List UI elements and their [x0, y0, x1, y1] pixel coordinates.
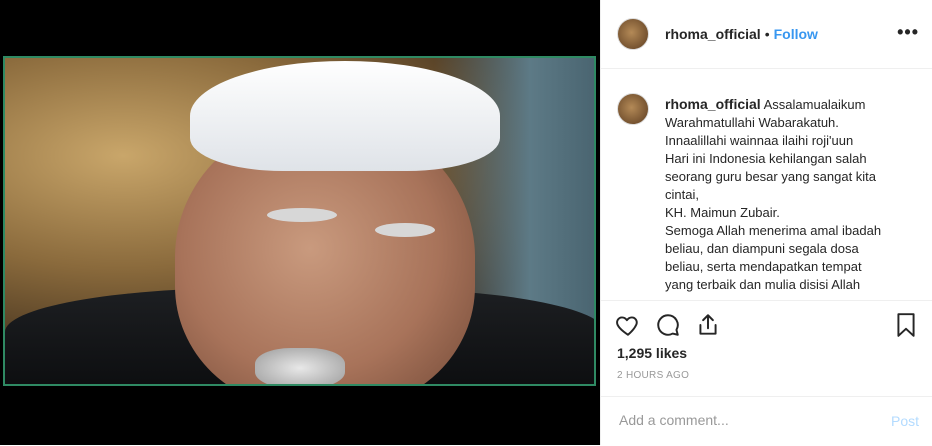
post-actions — [601, 300, 932, 346]
photo-brow-left — [267, 208, 337, 222]
post-side-panel: rhoma_official • Follow ••• rhoma_offici… — [600, 0, 932, 445]
post-media — [0, 0, 600, 445]
caption-line: Hari ini Indonesia kehilangan salah — [665, 151, 867, 166]
comment-input[interactable] — [617, 411, 861, 429]
caption-line: Warahmatullahi Wabarakatuh. — [665, 115, 839, 130]
comment-icon[interactable] — [655, 312, 681, 338]
post-header: rhoma_official • Follow ••• — [601, 0, 932, 69]
caption-username[interactable]: rhoma_official — [665, 96, 761, 112]
follow-button[interactable]: Follow — [774, 26, 818, 42]
photo-beard — [255, 348, 345, 384]
post-photo[interactable] — [3, 56, 596, 386]
caption-line: seorang guru besar yang sangat kita — [665, 169, 877, 184]
share-icon[interactable] — [695, 312, 721, 338]
caption-avatar[interactable] — [617, 93, 649, 125]
caption-line: Semoga Allah menerima amal ibadah — [665, 223, 882, 238]
caption-line: rhoma_official Assalamualaikum — [665, 95, 917, 114]
heart-icon[interactable] — [615, 312, 641, 338]
post-caption: rhoma_official Assalamualaikum Warahmatu… — [601, 69, 932, 299]
caption-line: beliau, serta mendapatkan tempat — [665, 259, 862, 274]
post-timestamp[interactable]: 2 HOURS AGO — [617, 370, 689, 381]
post-comment-button[interactable]: Post — [891, 413, 919, 429]
separator-dot: • — [764, 26, 770, 42]
caption-text: rhoma_official Assalamualaikum Warahmatu… — [665, 95, 917, 294]
header-username[interactable]: rhoma_official — [665, 26, 761, 42]
likes-count[interactable]: 1,295 likes — [617, 345, 687, 361]
caption-line: beliau, dan diampuni segala dosa — [665, 241, 859, 256]
caption-line-text: Assalamualaikum — [763, 97, 866, 112]
caption-line: KH. Maimun Zubair. — [665, 205, 780, 220]
more-options-icon[interactable]: ••• — [897, 22, 919, 43]
comment-section: Post — [601, 396, 932, 446]
photo-brow-right — [375, 223, 435, 237]
caption-line: cintai, — [665, 187, 699, 202]
caption-line: yang terbaik dan mulia disisi Allah — [665, 277, 861, 292]
avatar[interactable] — [617, 18, 649, 50]
caption-line: Innaalillahi wainnaa ilaihi roji'uun — [665, 133, 854, 148]
photo-cap — [190, 61, 500, 171]
bookmark-icon[interactable] — [893, 312, 919, 338]
